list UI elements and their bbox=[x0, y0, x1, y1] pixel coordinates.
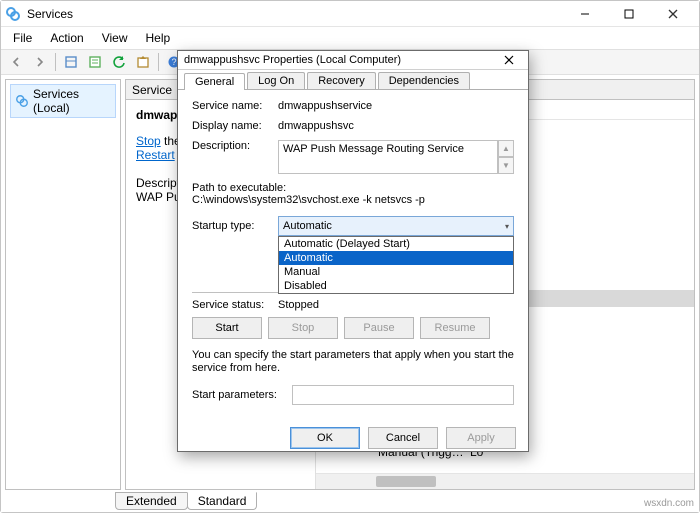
description-box: WAP Push Message Routing Service bbox=[278, 140, 498, 174]
option-disabled[interactable]: Disabled bbox=[279, 279, 513, 293]
startup-type-dropdown: Automatic (Delayed Start) Automatic Manu… bbox=[278, 236, 514, 294]
horizontal-scrollbar[interactable] bbox=[316, 473, 694, 489]
maximize-button[interactable] bbox=[607, 3, 651, 25]
service-name-value: dmwappushservice bbox=[278, 100, 514, 112]
tree-root-item[interactable]: Services (Local) bbox=[10, 84, 116, 118]
tab-recovery[interactable]: Recovery bbox=[307, 72, 375, 89]
menu-view[interactable]: View bbox=[94, 29, 136, 47]
start-params-input[interactable] bbox=[292, 385, 514, 405]
dialog-title: dmwappushsvc Properties (Local Computer) bbox=[184, 54, 496, 66]
dialog-tabs: General Log On Recovery Dependencies bbox=[178, 70, 528, 90]
display-name-label: Display name: bbox=[192, 120, 278, 132]
resume-button[interactable]: Resume bbox=[420, 317, 490, 339]
description-scroll[interactable]: ▲ ▼ bbox=[498, 140, 514, 174]
menu-help[interactable]: Help bbox=[138, 29, 179, 47]
menu-bar: File Action View Help bbox=[1, 27, 699, 49]
dialog-footer: OK Cancel Apply bbox=[178, 419, 528, 457]
toolbar-separator bbox=[55, 53, 56, 71]
path-label: Path to executable: bbox=[192, 182, 514, 194]
back-button[interactable] bbox=[5, 51, 27, 73]
scroll-down-icon[interactable]: ▼ bbox=[498, 157, 514, 174]
show-hide-button[interactable] bbox=[60, 51, 82, 73]
cancel-button[interactable]: Cancel bbox=[368, 427, 438, 449]
option-manual[interactable]: Manual bbox=[279, 265, 513, 279]
start-button[interactable]: Start bbox=[192, 317, 262, 339]
tree-pane: Services (Local) bbox=[5, 79, 121, 490]
main-titlebar: Services bbox=[1, 1, 699, 27]
dialog-titlebar: dmwappushsvc Properties (Local Computer) bbox=[178, 51, 528, 70]
properties-dialog: dmwappushsvc Properties (Local Computer)… bbox=[177, 50, 529, 452]
menu-file[interactable]: File bbox=[5, 29, 40, 47]
forward-button[interactable] bbox=[29, 51, 51, 73]
export-button[interactable] bbox=[132, 51, 154, 73]
param-hint: You can specify the start parameters tha… bbox=[192, 349, 514, 375]
close-button[interactable] bbox=[651, 3, 695, 25]
display-name-value: dmwappushsvc bbox=[278, 120, 514, 132]
dialog-close-button[interactable] bbox=[496, 51, 522, 69]
pause-button[interactable]: Pause bbox=[344, 317, 414, 339]
start-params-label: Start parameters: bbox=[192, 389, 286, 401]
tab-logon[interactable]: Log On bbox=[247, 72, 305, 89]
service-status-value: Stopped bbox=[278, 299, 514, 311]
chevron-down-icon: ▾ bbox=[505, 222, 509, 231]
ok-button[interactable]: OK bbox=[290, 427, 360, 449]
startup-type-value: Automatic bbox=[283, 220, 332, 232]
startup-type-combo[interactable]: Automatic ▾ bbox=[278, 216, 514, 236]
services-tree-icon bbox=[15, 94, 29, 108]
description-text: WAP Push Message Routing Service bbox=[283, 143, 464, 155]
service-status-label: Service status: bbox=[192, 299, 278, 311]
minimize-button[interactable] bbox=[563, 3, 607, 25]
stop-link[interactable]: Stop bbox=[136, 134, 161, 148]
apply-button[interactable]: Apply bbox=[446, 427, 516, 449]
option-delayed[interactable]: Automatic (Delayed Start) bbox=[279, 237, 513, 251]
toolbar-separator bbox=[158, 53, 159, 71]
service-name-label: Service name: bbox=[192, 100, 278, 112]
description-label: Description: bbox=[192, 140, 278, 152]
refresh-button[interactable] bbox=[108, 51, 130, 73]
restart-link[interactable]: Restart bbox=[136, 148, 175, 162]
startup-type-label: Startup type: bbox=[192, 220, 278, 232]
menu-action[interactable]: Action bbox=[42, 29, 91, 47]
tree-root-label: Services (Local) bbox=[33, 87, 111, 115]
svg-text:?: ? bbox=[171, 57, 176, 67]
tab-extended[interactable]: Extended bbox=[115, 492, 188, 510]
stop-button[interactable]: Stop bbox=[268, 317, 338, 339]
dialog-body: Service name: dmwappushservice Display n… bbox=[178, 90, 528, 419]
tab-general[interactable]: General bbox=[184, 73, 245, 90]
scroll-up-icon[interactable]: ▲ bbox=[498, 140, 514, 157]
main-title: Services bbox=[27, 7, 563, 21]
tab-standard[interactable]: Standard bbox=[187, 492, 258, 510]
option-automatic[interactable]: Automatic bbox=[279, 251, 513, 265]
tab-dependencies[interactable]: Dependencies bbox=[378, 72, 470, 89]
path-value: C:\windows\system32\svchost.exe -k netsv… bbox=[192, 194, 514, 206]
services-app-icon bbox=[5, 6, 21, 22]
properties-button[interactable] bbox=[84, 51, 106, 73]
